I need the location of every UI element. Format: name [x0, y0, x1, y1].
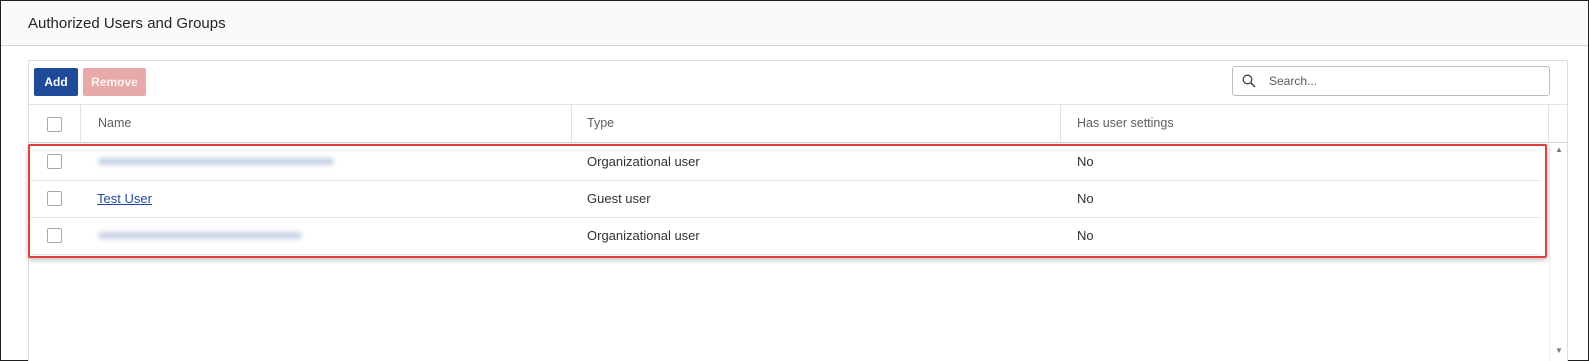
- search-box[interactable]: [1232, 66, 1550, 96]
- add-button[interactable]: Add: [34, 68, 78, 96]
- column-divider: [1060, 105, 1061, 142]
- grid-toolbar: Add Remove: [29, 61, 1567, 105]
- select-all-checkbox[interactable]: [47, 117, 62, 132]
- user-name-link[interactable]: Test User: [97, 191, 152, 206]
- vertical-scrollbar[interactable]: ▲ ▼: [1549, 143, 1567, 361]
- column-header-has-user-settings[interactable]: Has user settings: [1077, 116, 1174, 130]
- has-user-settings: No: [1077, 154, 1094, 169]
- search-icon: [1242, 74, 1256, 88]
- scroll-up-icon[interactable]: ▲: [1555, 145, 1563, 154]
- row-checkbox[interactable]: [47, 154, 62, 169]
- column-header-name[interactable]: Name: [98, 116, 131, 130]
- user-type: Organizational user: [587, 154, 700, 169]
- table-row[interactable]: Organizational user No: [29, 143, 1541, 181]
- table-row[interactable]: Test User Guest user No: [29, 180, 1541, 218]
- table-header: Name Type Has user settings: [29, 105, 1567, 143]
- user-type: Guest user: [587, 191, 651, 206]
- column-divider: [1548, 105, 1549, 142]
- redacted-user-name[interactable]: [98, 158, 334, 165]
- has-user-settings: No: [1077, 191, 1094, 206]
- has-user-settings: No: [1077, 228, 1094, 243]
- user-type: Organizational user: [587, 228, 700, 243]
- column-header-type[interactable]: Type: [587, 116, 614, 130]
- search-input[interactable]: [1269, 72, 1529, 90]
- scroll-down-icon[interactable]: ▼: [1555, 346, 1563, 355]
- column-divider: [80, 105, 81, 142]
- table-row[interactable]: Organizational user No: [29, 217, 1541, 255]
- users-grid: Add Remove Name Type Has user settings: [28, 60, 1568, 361]
- remove-button[interactable]: Remove: [83, 68, 146, 96]
- row-checkbox[interactable]: [47, 228, 62, 243]
- row-checkbox[interactable]: [47, 191, 62, 206]
- panel-title: Authorized Users and Groups: [28, 15, 226, 32]
- redacted-user-name[interactable]: [98, 232, 302, 239]
- authorized-users-panel: Authorized Users and Groups Add Remove N…: [0, 0, 1589, 361]
- panel-header: Authorized Users and Groups: [1, 1, 1588, 46]
- column-divider: [571, 105, 572, 142]
